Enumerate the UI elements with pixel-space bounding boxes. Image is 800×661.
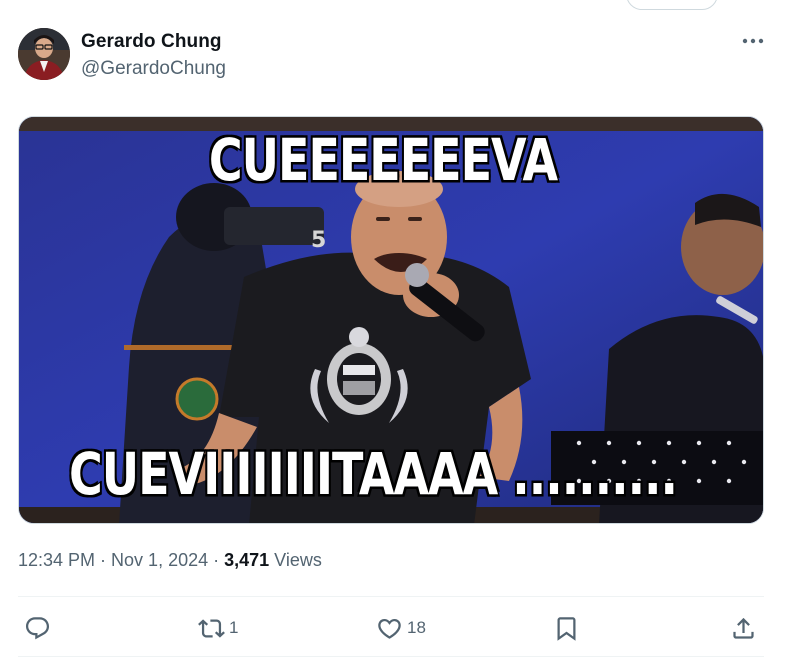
views-label: Views	[269, 550, 322, 570]
reply-icon	[25, 616, 50, 639]
meme-caption-bottom: CUEVIIIIIIIITAAAA ..........	[68, 439, 679, 509]
share-icon	[733, 617, 754, 639]
meta-separator: ·	[95, 550, 112, 570]
tweet-meta: 12:34 PM · Nov 1, 2024 · 3,471 Views	[18, 550, 322, 571]
divider-bottom	[18, 656, 764, 657]
author-name[interactable]: Gerardo Chung	[81, 31, 222, 53]
avatar[interactable]	[18, 28, 70, 80]
tweet-date[interactable]: Nov 1, 2024	[111, 550, 208, 570]
author-handle[interactable]: @GerardoChung	[81, 58, 226, 80]
divider-top	[18, 596, 764, 597]
meme-caption-top: CUEEEEEEEVA	[208, 125, 559, 195]
tweet-media-image[interactable]: 5 CUEEEEEEEVA CUEVIIIIIIIITAAAA ........…	[18, 116, 764, 524]
avatar-image	[18, 28, 70, 80]
meta-separator-2: ·	[208, 550, 225, 570]
heart-icon	[378, 618, 401, 639]
like-count: 18	[407, 618, 426, 637]
tweet-detail: Gerardo Chung @GerardoChung 5 CUEEEEEEEV…	[0, 0, 800, 661]
bookmark-button[interactable]	[553, 612, 580, 644]
retweet-button[interactable]: 1	[198, 612, 238, 644]
svg-text:5: 5	[311, 228, 326, 253]
reply-button[interactable]	[24, 612, 55, 644]
more-horizontal-icon	[742, 38, 764, 44]
share-button[interactable]	[730, 612, 757, 644]
like-button[interactable]: 18	[376, 612, 426, 644]
follow-button[interactable]	[626, 0, 718, 10]
more-options-button[interactable]	[738, 30, 768, 52]
retweet-icon	[198, 618, 225, 638]
bookmark-icon	[557, 616, 576, 641]
retweet-count: 1	[229, 618, 239, 637]
tweet-time[interactable]: 12:34 PM	[18, 550, 95, 570]
views-count[interactable]: 3,471	[224, 550, 269, 570]
